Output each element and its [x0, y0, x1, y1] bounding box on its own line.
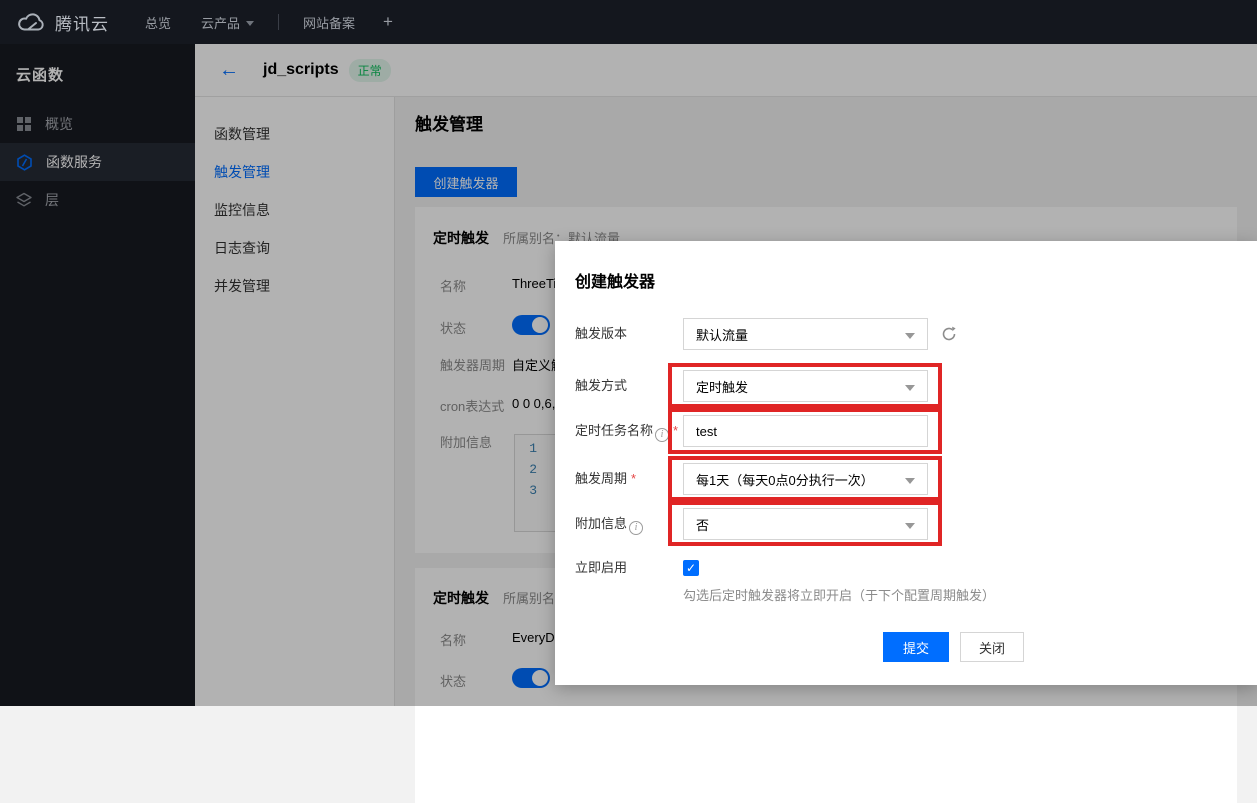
info-icon: i: [629, 521, 643, 535]
create-trigger-dialog: 创建触发器 触发版本 默认流量 触发方式 定时触发 定时任务名称i* test …: [555, 241, 1257, 685]
tencent-cloud-logo[interactable]: 腾讯云: [16, 10, 109, 35]
chevron-down-icon: [246, 21, 254, 26]
refresh-button[interactable]: [940, 325, 958, 343]
select-arrow-icon: [905, 333, 915, 339]
enable-hint: 勾选后定时触发器将立即开启（于下个配置周期触发）: [683, 585, 995, 604]
nav-beian[interactable]: 网站备案: [303, 13, 355, 32]
enable-checkbox[interactable]: ✓: [683, 560, 699, 576]
add-tab-button[interactable]: +: [383, 12, 393, 32]
method-label: 触发方式: [575, 370, 627, 402]
select-arrow-icon: [905, 523, 915, 529]
info-icon: i: [655, 428, 669, 442]
select-arrow-icon: [905, 385, 915, 391]
dialog-title: 创建触发器: [575, 268, 655, 292]
extra-info-select[interactable]: 否: [683, 508, 928, 540]
extra-info-label: 附加信息i: [575, 508, 643, 540]
cycle-select[interactable]: 每1天（每天0点0分执行一次）: [683, 463, 928, 495]
refresh-icon: [940, 325, 958, 343]
brand-text: 腾讯云: [55, 10, 109, 35]
version-label: 触发版本: [575, 318, 627, 350]
cycle-label: 触发周期*: [575, 463, 636, 495]
top-navbar: 腾讯云 总览 云产品 网站备案 +: [0, 0, 1257, 44]
nav-overview[interactable]: 总览: [145, 13, 171, 32]
task-name-value: test: [696, 424, 717, 439]
version-select[interactable]: 默认流量: [683, 318, 928, 350]
required-mark: *: [631, 471, 636, 486]
extra-info-value: 否: [696, 515, 709, 534]
close-button[interactable]: 关闭: [960, 632, 1024, 662]
method-value: 定时触发: [696, 377, 748, 396]
enable-label: 立即启用: [575, 552, 627, 584]
checkmark-icon: ✓: [686, 561, 696, 575]
cloud-logo-icon: [16, 12, 46, 32]
cycle-value: 每1天（每天0点0分执行一次）: [696, 470, 874, 489]
method-select[interactable]: 定时触发: [683, 370, 928, 402]
submit-button[interactable]: 提交: [883, 632, 949, 662]
nav-products[interactable]: 云产品: [201, 13, 254, 32]
top-menu: 总览 云产品 网站备案 +: [145, 12, 393, 32]
required-mark: *: [673, 423, 678, 438]
version-value: 默认流量: [696, 325, 748, 344]
task-name-label: 定时任务名称i*: [575, 415, 678, 447]
select-arrow-icon: [905, 478, 915, 484]
nav-divider: [278, 14, 279, 30]
task-name-input[interactable]: test: [683, 415, 928, 447]
